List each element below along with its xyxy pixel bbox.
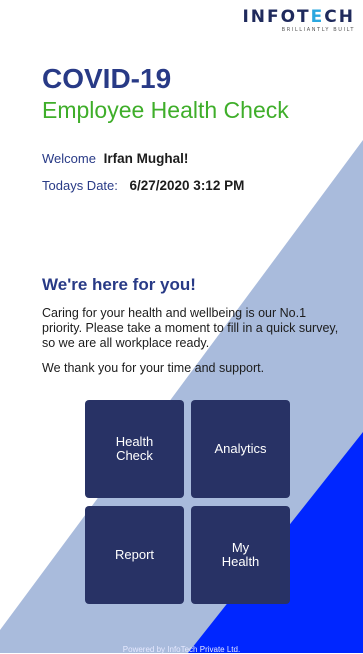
analytics-tile[interactable]: Analytics (191, 400, 290, 498)
logo-part: CH (324, 7, 355, 27)
logo-wordmark: INFOTECH (242, 8, 355, 26)
infotech-logo: INFOTECH BRILLIANTLY BUILT (242, 8, 355, 33)
my-health-tile[interactable]: My Health (191, 506, 290, 604)
logo-part: INFOT (242, 7, 311, 27)
page-subtitle: Employee Health Check (42, 97, 289, 123)
logo-tagline: BRILLIANTLY BUILT (281, 27, 355, 33)
welcome-line: Welcome Irfan Mughal! (42, 151, 188, 166)
user-name: Irfan Mughal! (103, 151, 189, 166)
health-check-tile[interactable]: Health Check (85, 400, 184, 498)
message-thanks: We thank you for your time and support. (42, 361, 265, 375)
message-heading: We're here for you! (42, 275, 196, 294)
page-title: COVID-19 (42, 63, 172, 94)
welcome-label: Welcome (42, 151, 96, 166)
message-body: Caring for your health and wellbeing is … (42, 306, 339, 350)
logo-accent: E (310, 7, 325, 27)
report-tile[interactable]: Report (85, 506, 184, 604)
date-label: Todays Date: (42, 178, 118, 193)
date-value: 6/27/2020 3:12 PM (129, 178, 245, 193)
date-line: Todays Date: 6/27/2020 3:12 PM (42, 178, 244, 193)
